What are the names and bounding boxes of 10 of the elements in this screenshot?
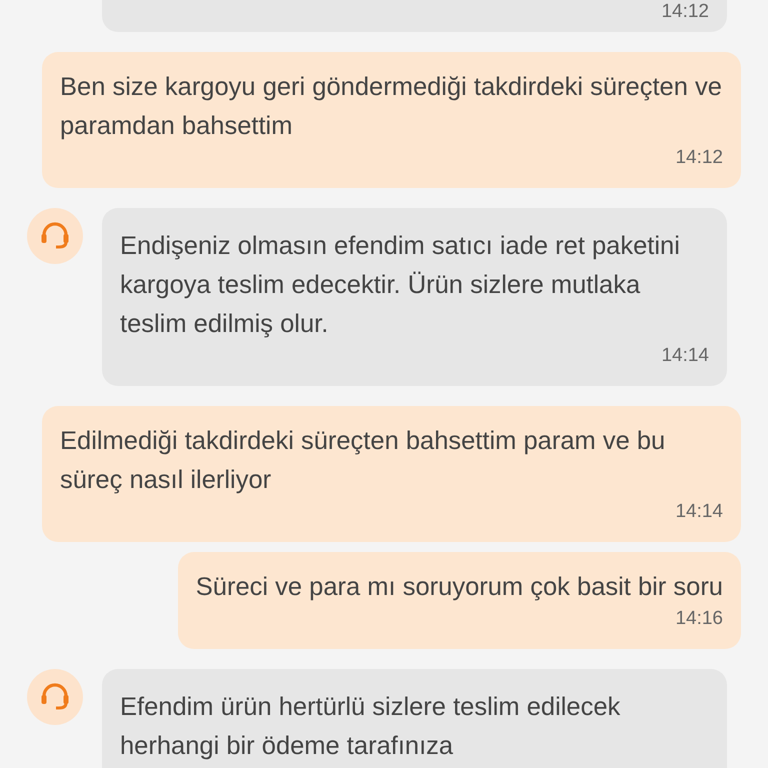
- message-time: 14:14: [661, 344, 709, 368]
- message-time: 14:12: [661, 0, 709, 24]
- message-text: Edilmediği takdirdeki süreçten bahsettim param ve bu süreç nasıl ilerliyor: [60, 426, 666, 496]
- message-time: 14:16: [675, 607, 723, 631]
- message-text: Endişeniz olmasın efendim satıcı iade ret paketini kargoya teslim edecektir. Ürün sizlere mutlaka teslim edilmiş olur.: [120, 231, 681, 340]
- message-text: Efendim ürün hertürlü sizlere teslim edilecek herhangi bir ödeme tarafınıza: [120, 692, 622, 762]
- message-time: 14:12: [675, 146, 723, 170]
- message-text: Ben size kargoyu geri göndermediği takdirdeki süreçten ve paramdan bahsettim: [60, 72, 723, 142]
- message-text: Süreci ve para mı soruyorum çok basit bir soru: [196, 572, 723, 603]
- message-time: 14:14: [675, 500, 723, 524]
